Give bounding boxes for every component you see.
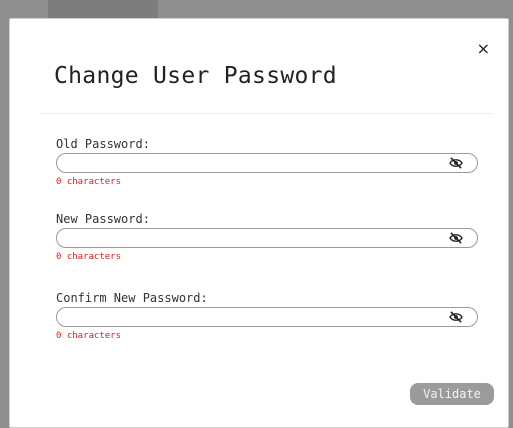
title-divider	[40, 113, 492, 114]
confirm-password-input-wrapper	[56, 307, 478, 329]
confirm-password-char-count: 0 characters	[56, 331, 122, 341]
close-icon[interactable]: ×	[477, 39, 490, 58]
page-backdrop: × Change User Password Old Password: 0 c…	[0, 0, 513, 428]
new-password-field-group: New Password: 0 characters	[56, 212, 478, 263]
new-password-label: New Password:	[56, 212, 150, 226]
old-password-char-count: 0 characters	[56, 177, 122, 187]
confirm-password-label: Confirm New Password:	[56, 291, 208, 305]
old-password-field-group: Old Password: 0 characters	[56, 137, 478, 188]
confirm-password-field-group: Confirm New Password: 0 characters	[56, 291, 478, 342]
new-password-input[interactable]	[65, 231, 439, 250]
new-password-input-wrapper	[56, 228, 478, 250]
old-password-input-wrapper	[56, 153, 478, 175]
confirm-password-input[interactable]	[65, 310, 439, 329]
eye-slash-icon[interactable]	[449, 157, 463, 169]
background-tab	[48, 0, 158, 20]
old-password-label: Old Password:	[56, 137, 150, 151]
validate-button[interactable]: Validate	[410, 383, 494, 405]
dialog-title: Change User Password	[54, 63, 337, 89]
new-password-char-count: 0 characters	[56, 252, 122, 262]
change-password-dialog: × Change User Password Old Password: 0 c…	[9, 18, 509, 428]
eye-slash-icon[interactable]	[449, 311, 463, 323]
old-password-input[interactable]	[65, 156, 439, 175]
eye-slash-icon[interactable]	[449, 232, 463, 244]
